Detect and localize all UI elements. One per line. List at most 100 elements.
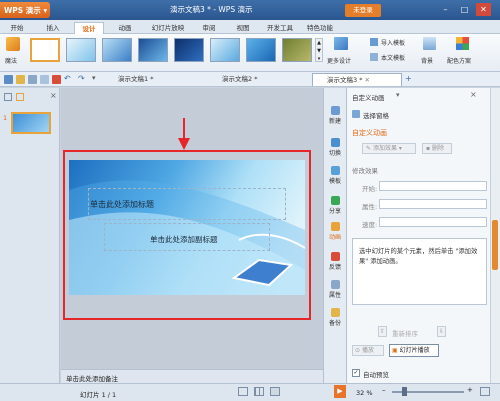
notes-pane[interactable]: 单击此处添加备注	[61, 369, 323, 383]
subtitle-placeholder[interactable]: 单击此处添加副标题	[150, 234, 218, 245]
title-placeholder[interactable]: 单击此处添加标题	[90, 199, 154, 210]
magic-icon[interactable]	[6, 37, 20, 51]
feedback-icon	[330, 252, 340, 261]
doc-tab-2[interactable]: 演示文稿2 *	[208, 73, 303, 86]
move-down-icon[interactable]: ⇩	[437, 326, 446, 337]
tab-developer[interactable]: 开发工具	[262, 22, 298, 34]
tab-features[interactable]: 特色功能	[302, 22, 338, 34]
reading-view-icon[interactable]	[270, 387, 280, 396]
zoom-in-icon[interactable]: +	[467, 386, 473, 394]
autopreview-checkbox[interactable]: ✓	[352, 369, 360, 377]
template-scroll-buttons[interactable]: ▲ ▼ ▾	[315, 38, 323, 62]
select-pane-button[interactable]: 选择窗格	[363, 110, 389, 120]
close-tab-icon[interactable]: ✕	[365, 76, 370, 84]
design-template-wave[interactable]	[210, 38, 240, 62]
scrollbar-thumb[interactable]	[492, 220, 498, 270]
maximize-icon[interactable]: □	[457, 3, 472, 16]
speed-combo[interactable]	[379, 217, 487, 227]
autopreview-label: 自动预览	[363, 371, 389, 379]
slideshow-button[interactable]: ▣ 幻灯片播放	[389, 344, 439, 357]
add-effect-button[interactable]: ✎ 添加效果 ▾	[362, 143, 416, 154]
pdf-icon[interactable]	[52, 75, 61, 84]
zoom-slider-thumb[interactable]	[402, 387, 407, 396]
design-template-ocean[interactable]	[138, 38, 168, 62]
side-backup-label: 备份	[328, 320, 341, 327]
normal-view-icon[interactable]	[238, 387, 248, 396]
property-combo[interactable]	[379, 199, 487, 209]
properties-icon	[330, 280, 340, 289]
slide-number: 1	[3, 114, 8, 122]
design-template-light[interactable]	[66, 38, 96, 62]
side-feedback-button[interactable]: 反馈	[323, 252, 347, 271]
slide-thumbnail-1[interactable]	[11, 112, 51, 134]
side-template-button[interactable]: 模板	[323, 166, 347, 185]
fit-window-icon[interactable]	[480, 387, 490, 396]
app-menu-button[interactable]: WPS 演示 ▾	[0, 2, 50, 18]
background-icon[interactable]	[423, 37, 436, 50]
slide-counter: 幻灯片 1 / 1	[80, 391, 117, 399]
modify-effect-label: 修改效果	[352, 167, 378, 175]
doc-tab-3[interactable]: 演示文稿3 * ✕	[312, 73, 402, 86]
new-tab-icon[interactable]: +	[405, 74, 412, 83]
preview-icon[interactable]	[40, 75, 49, 84]
animation-list[interactable]: 选中幻灯片的某个元素，然后单击 "添加效果" 添加动画。	[352, 238, 487, 305]
play-slideshow-icon[interactable]: ▶	[334, 385, 346, 398]
zoom-level: 32 %	[356, 389, 373, 397]
side-backup-button[interactable]: 备份	[323, 308, 347, 327]
tab-home[interactable]: 开始	[4, 22, 30, 34]
redo-icon[interactable]: ↷	[78, 74, 85, 83]
play-button[interactable]: ⊙ 播放	[352, 345, 384, 356]
slideshow-label: 幻灯片播放	[399, 347, 430, 354]
pane-close-icon[interactable]: ×	[50, 91, 57, 100]
window-title: 演示文稿3 * - WPS 演示	[170, 5, 253, 14]
animation-icon	[330, 222, 340, 231]
move-up-icon[interactable]: ⇧	[378, 326, 387, 337]
start-combo[interactable]	[379, 181, 487, 191]
color-scheme-label[interactable]: 配色方案	[447, 56, 471, 65]
design-template-olive[interactable]	[282, 38, 312, 62]
doc-tab-1[interactable]: 演示文稿1 *	[104, 73, 199, 86]
close-icon[interactable]: ✕	[476, 3, 491, 16]
sorter-view-icon[interactable]	[254, 387, 264, 396]
tab-review[interactable]: 审阅	[196, 22, 222, 34]
side-transition-button[interactable]: 切换	[323, 138, 347, 157]
reorder-label: 重新排序	[392, 330, 418, 338]
qat-dropdown-icon[interactable]: ▾	[92, 74, 96, 82]
magic-label[interactable]: 魔法	[5, 56, 17, 65]
undo-icon[interactable]: ↶	[64, 74, 71, 83]
print-icon[interactable]	[28, 75, 37, 84]
side-share-button[interactable]: 分享	[323, 196, 347, 215]
pane-close-icon[interactable]: ×	[470, 90, 477, 99]
outline-view-icon[interactable]	[16, 93, 24, 101]
import-template-button[interactable]: 导入模板	[381, 38, 405, 47]
color-scheme-icon[interactable]	[456, 37, 469, 50]
login-button[interactable]: 未登录	[345, 4, 381, 17]
slides-view-icon[interactable]	[4, 93, 12, 101]
more-design-icon[interactable]	[334, 37, 348, 50]
design-template-blank[interactable]	[30, 38, 60, 62]
doc-tab-1-label: 演示文稿1 *	[118, 75, 154, 83]
design-template-sky[interactable]	[102, 38, 132, 62]
more-design-label[interactable]: 更多设计	[327, 56, 351, 65]
background-label[interactable]: 背景	[421, 56, 433, 65]
notes-placeholder: 单击此处添加备注	[66, 375, 118, 383]
side-template-label: 模板	[328, 178, 341, 185]
delete-button[interactable]: ▪ 删除	[422, 143, 452, 154]
side-properties-button[interactable]: 属性	[323, 280, 347, 299]
tab-animation[interactable]: 动画	[112, 22, 138, 34]
select-pane-icon	[352, 110, 360, 118]
tab-insert[interactable]: 插入	[40, 22, 66, 34]
text-template-button[interactable]: 本文模板	[381, 53, 405, 62]
tab-design[interactable]: 设计	[74, 22, 104, 34]
tab-slideshow[interactable]: 幻灯片放映	[146, 22, 190, 34]
design-template-blue[interactable]	[246, 38, 276, 62]
save-icon[interactable]	[4, 75, 13, 84]
open-icon[interactable]	[16, 75, 25, 84]
design-template-navy[interactable]	[174, 38, 204, 62]
tab-view[interactable]: 视图	[230, 22, 256, 34]
side-animation-button[interactable]: 动画	[323, 222, 347, 241]
pane-dropdown-icon[interactable]: ▾	[396, 91, 400, 99]
zoom-out-icon[interactable]: –	[382, 386, 386, 394]
minimize-icon[interactable]: –	[438, 3, 453, 16]
side-new-button[interactable]: 新建	[323, 106, 347, 125]
